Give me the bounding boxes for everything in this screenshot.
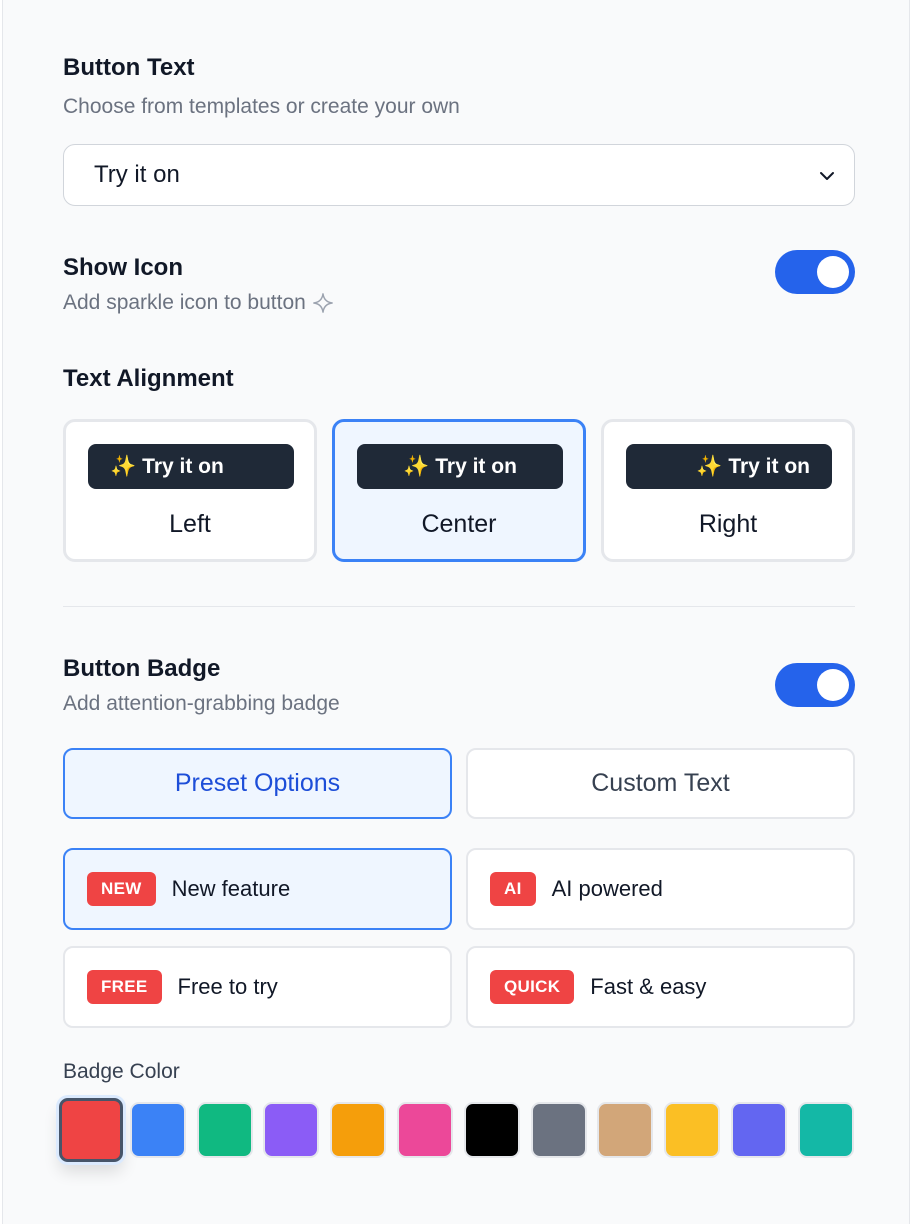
badge-preset-label: Free to try [177, 974, 278, 999]
color-swatch[interactable] [197, 1102, 253, 1158]
color-swatch[interactable] [798, 1102, 854, 1158]
badge-preset-free[interactable]: FREE Free to try [63, 946, 452, 1028]
alignment-label-center: Center [421, 510, 497, 538]
color-swatch[interactable] [397, 1102, 453, 1158]
button-text-select[interactable]: Try it on [63, 144, 855, 206]
alignment-preview-left: ✨ Try it on [88, 444, 294, 489]
sparkle-icon [312, 293, 333, 313]
alignment-preview-center: ✨ Try it on [357, 444, 563, 489]
button-text-select-value: Try it on [94, 161, 180, 188]
badge-chip: AI [490, 872, 536, 906]
color-swatch[interactable] [597, 1102, 653, 1158]
show-icon-description-text: Add sparkle icon to button [63, 291, 306, 314]
tab-preset-options[interactable]: Preset Options [63, 748, 452, 819]
color-swatch[interactable] [731, 1102, 787, 1158]
color-swatch[interactable] [531, 1102, 587, 1158]
color-swatch[interactable] [263, 1102, 319, 1158]
toggle-knob [817, 669, 849, 701]
sparkle-emoji-icon: ✨ [696, 454, 723, 478]
sparkle-emoji-icon: ✨ [403, 454, 430, 478]
alignment-preview-right: ✨ Try it on [626, 444, 832, 489]
preview-text: Try it on [142, 454, 224, 478]
alignment-label-right: Right [698, 510, 758, 538]
preview-text: Try it on [435, 454, 517, 478]
settings-panel: Button Text Choose from templates or cre… [2, 0, 910, 1224]
button-badge-toggle[interactable] [775, 663, 855, 707]
alignment-option-right[interactable]: ✨ Try it on Right [601, 419, 855, 562]
badge-preset-label: Fast & easy [590, 974, 707, 999]
show-icon-title: Show Icon [63, 254, 183, 281]
badge-chip: NEW [87, 872, 156, 906]
button-badge-description: Add attention-grabbing badge [63, 692, 340, 715]
button-text-title: Button Text [63, 54, 195, 81]
badge-preset-label: New feature [171, 876, 291, 901]
alignment-option-left[interactable]: ✨ Try it on Left [63, 419, 317, 562]
sparkle-emoji-icon: ✨ [110, 454, 137, 478]
alignment-label-left: Left [169, 510, 211, 538]
show-icon-toggle[interactable] [775, 250, 855, 294]
button-badge-title: Button Badge [63, 655, 221, 682]
section-divider [63, 606, 855, 607]
color-swatch[interactable] [59, 1098, 123, 1162]
badge-preset-label: AI powered [551, 876, 663, 901]
button-text-description: Choose from templates or create your own [63, 95, 460, 118]
badge-color-label: Badge Color [63, 1060, 180, 1083]
badge-preset-ai[interactable]: AI AI powered [466, 848, 855, 930]
badge-chip: FREE [87, 970, 162, 1004]
color-swatch[interactable] [464, 1102, 520, 1158]
badge-preset-quick[interactable]: QUICK Fast & easy [466, 946, 855, 1028]
toggle-knob [817, 256, 849, 288]
alignment-option-center[interactable]: ✨ Try it on Center [332, 419, 586, 562]
chevron-down-icon [820, 172, 834, 180]
color-swatch[interactable] [130, 1102, 186, 1158]
badge-chip: QUICK [490, 970, 575, 1004]
text-alignment-title: Text Alignment [63, 365, 234, 392]
color-swatch[interactable] [330, 1102, 386, 1158]
tab-custom-text[interactable]: Custom Text [466, 748, 855, 819]
show-icon-description: Add sparkle icon to button [63, 291, 334, 315]
color-swatch[interactable] [664, 1102, 720, 1158]
preview-text: Try it on [728, 454, 810, 478]
badge-preset-new[interactable]: NEW New feature [63, 848, 452, 930]
